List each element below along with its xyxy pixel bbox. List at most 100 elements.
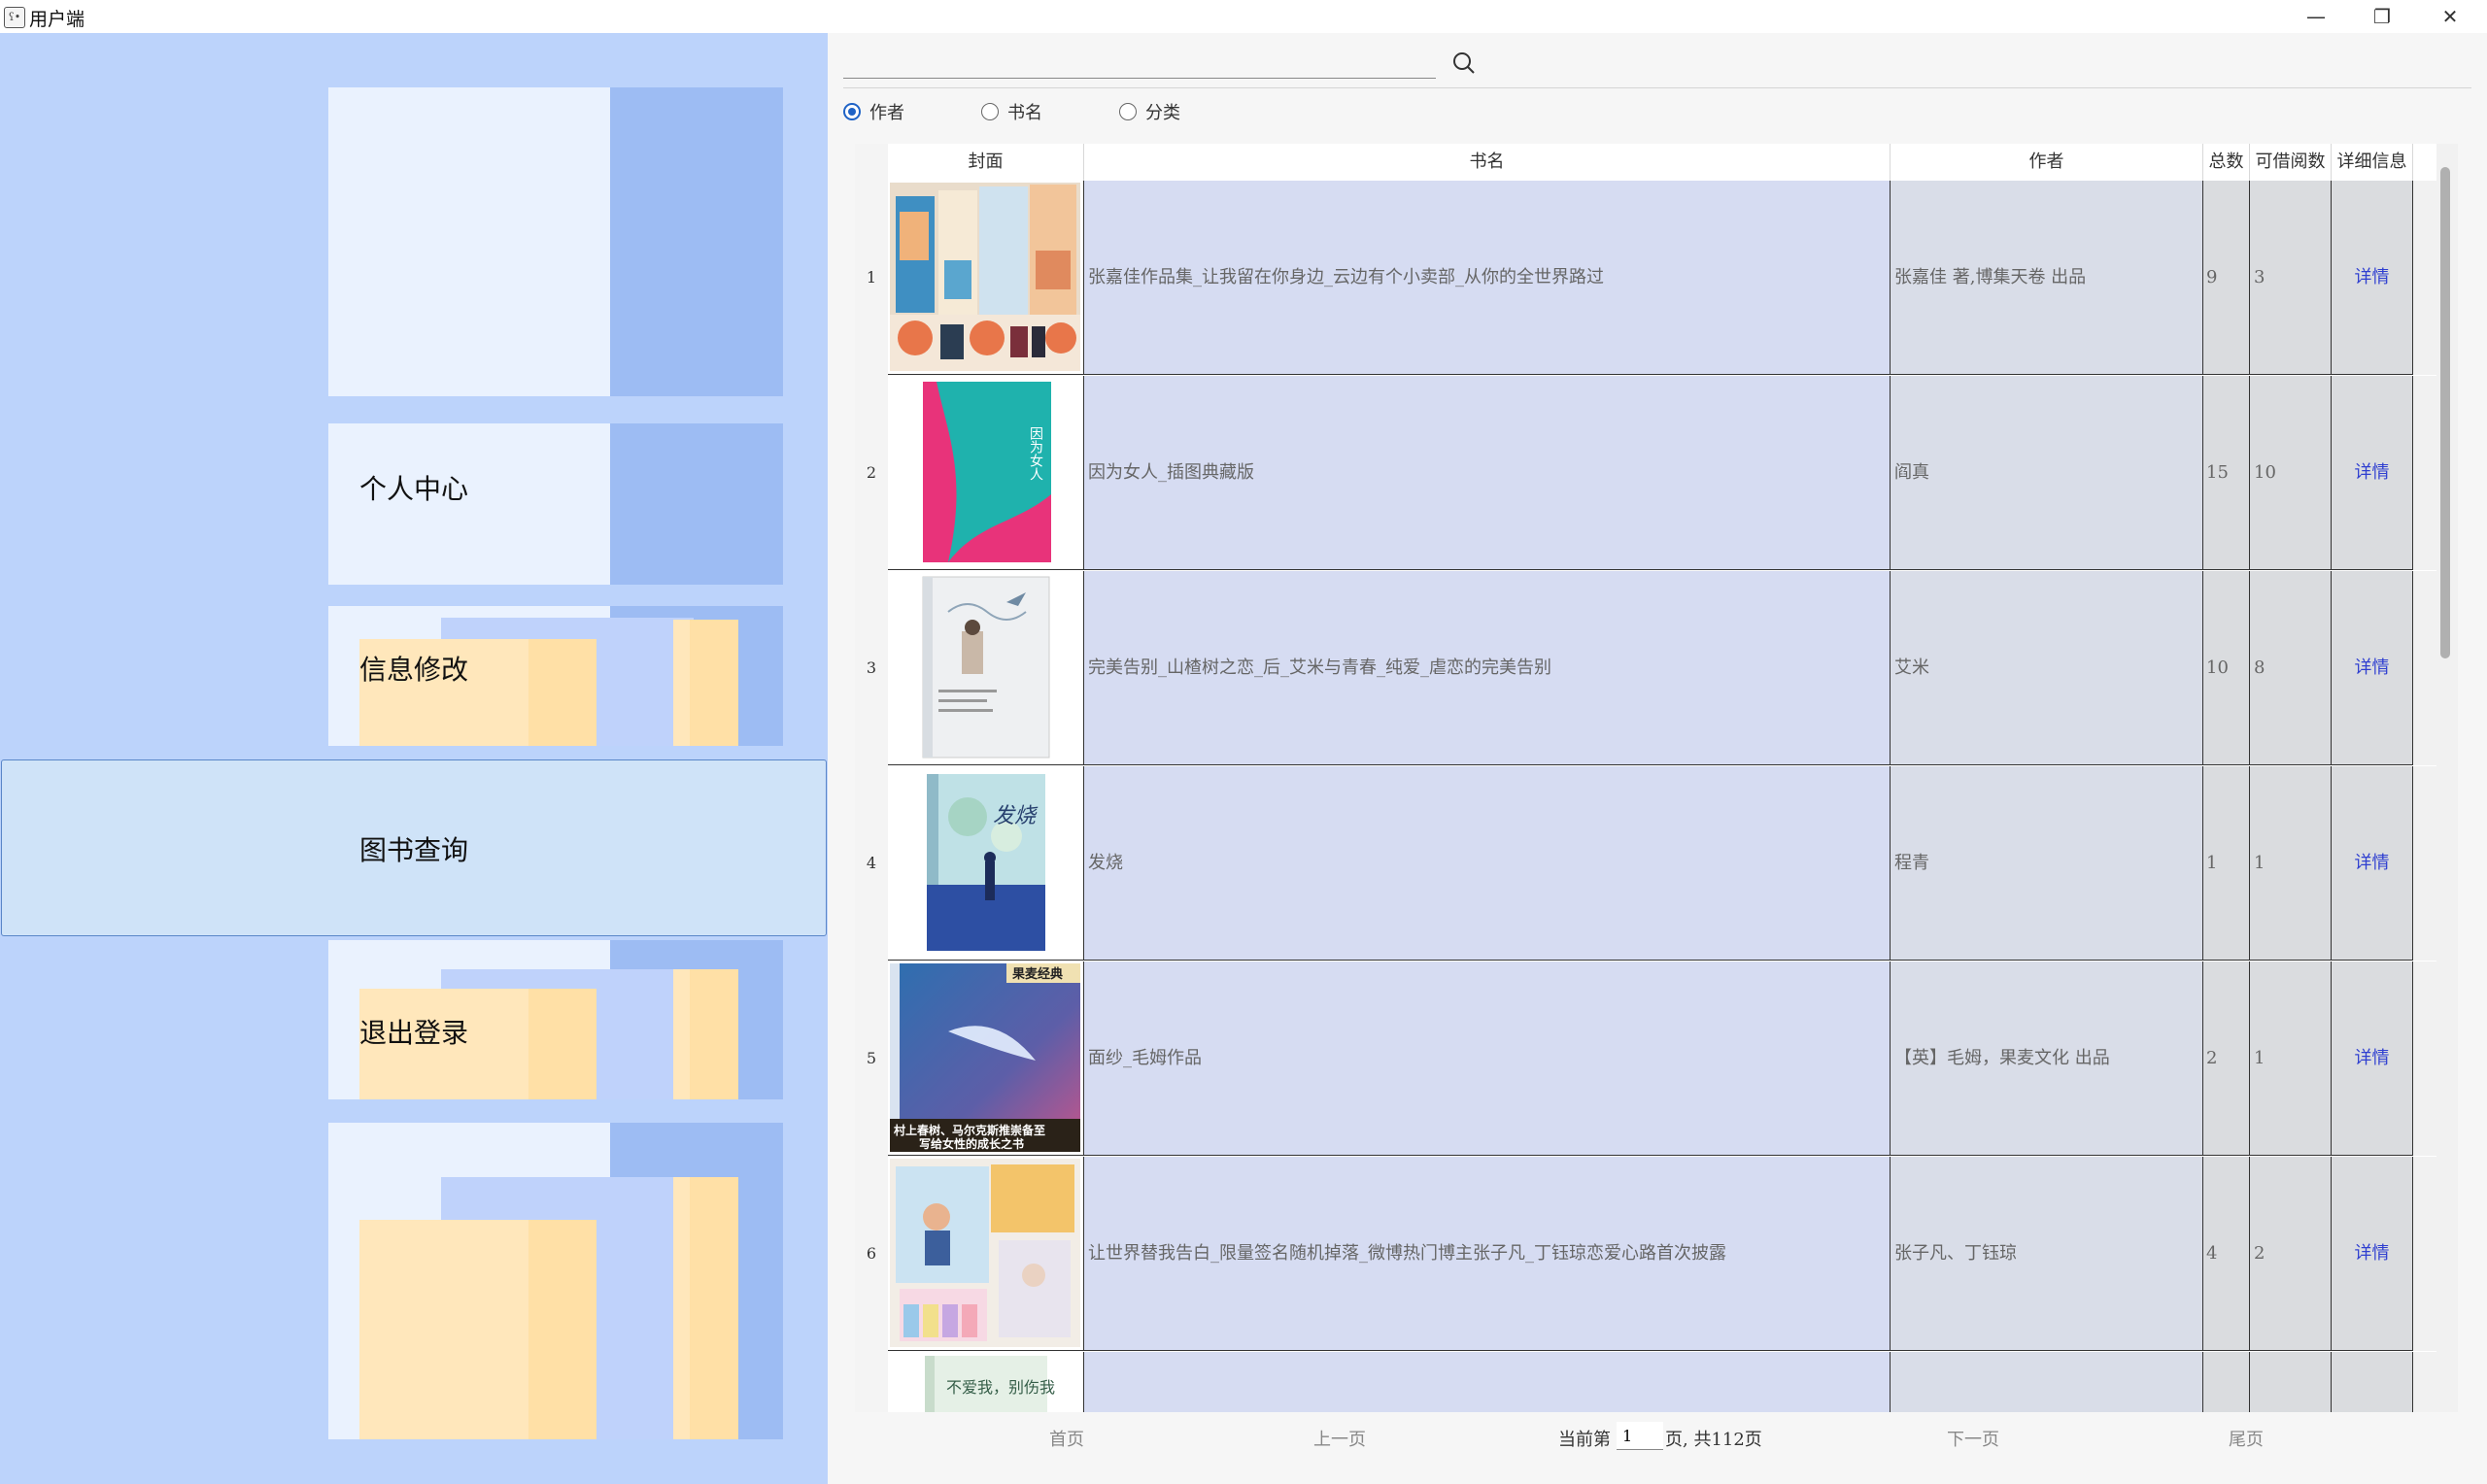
book-cover-image	[890, 183, 1080, 371]
app-icon: ʕ•	[4, 7, 25, 28]
radio-label: 书名	[1007, 103, 1042, 123]
sidebar-item-personal-center-label: 个人中心	[359, 473, 469, 505]
sidebar-decoration-top	[328, 87, 783, 396]
radio-search-by-author[interactable]: 作者	[843, 101, 904, 123]
sidebar-decoration-bottom	[328, 1123, 783, 1439]
book-cover-image: 不爱我，别伤我	[890, 1354, 1080, 1412]
total-pages-label: 页, 共112页	[1665, 1430, 1762, 1450]
book-total: 15	[2203, 376, 2250, 570]
book-cover: 发烧	[888, 766, 1084, 961]
close-button[interactable]: ✕	[2417, 0, 2483, 33]
row-number: 3	[866, 658, 877, 677]
table-row: 6 让世界替我告白_限量签名随机掉落_微博热门博主张子凡_丁钰琼恋爱心路首次披露…	[855, 1157, 2458, 1351]
radio-dot	[981, 103, 999, 120]
book-available: 10	[2250, 376, 2332, 570]
book-cover-image: 果麦经典 村上春树、马尔克斯推崇备至 写给女性的成长之书	[890, 963, 1080, 1152]
book-cover-image: 发烧	[890, 768, 1080, 957]
detail-link[interactable]: 详情	[2332, 376, 2413, 570]
table-scrollbar-thumb[interactable]	[2440, 167, 2450, 658]
last-page-button[interactable]: 尾页	[2229, 1426, 2264, 1451]
column-header-available[interactable]: 可借阅数	[2250, 144, 2332, 181]
book-author: 阎真	[1891, 376, 2203, 570]
search-input[interactable]	[843, 51, 1436, 79]
radio-dot	[843, 103, 861, 120]
book-author: 张子凡、丁钰琼	[1891, 1157, 2203, 1351]
current-page-label: 当前第	[1558, 1430, 1611, 1450]
search-divider	[843, 87, 2471, 88]
cover-title-text: 发烧	[993, 804, 1039, 828]
book-table: 封面 书名 作者 总数 可借阅数 详细信息 1 张嘉佳作品集_让我留在你身边_云…	[855, 144, 2458, 1412]
detail-link[interactable]: 详情	[2332, 1157, 2413, 1351]
table-row: 7 不爱我，别伤我	[855, 1352, 2458, 1412]
radio-search-by-title[interactable]: 书名	[981, 101, 1042, 123]
table-row: 3 完美告别_山楂树之恋_后_艾米与青春_纯爱_虐恋的完美告别 艾米 10 8 …	[855, 571, 2458, 765]
row-number: 6	[866, 1244, 877, 1263]
detail-link[interactable]: 详情	[2332, 181, 2413, 375]
detail-link[interactable]: 详情	[2332, 571, 2413, 765]
minimize-button[interactable]: —	[2283, 0, 2349, 33]
first-page-button[interactable]: 首页	[1049, 1426, 1084, 1451]
cover-banner-text: 写给女性的成长之书	[919, 1136, 1024, 1151]
book-total: 10	[2203, 571, 2250, 765]
sidebar-item-edit-info-label: 信息修改	[359, 654, 469, 686]
book-cover-image	[890, 1159, 1080, 1347]
book-available: 1	[2250, 766, 2332, 961]
book-title: 因为女人_插图典藏版	[1084, 376, 1891, 570]
book-available	[2250, 1352, 2332, 1412]
book-cover: 果麦经典 村上春树、马尔克斯推崇备至 写给女性的成长之书	[888, 961, 1084, 1156]
row-number: 5	[866, 1049, 877, 1067]
table-row: 1 张嘉佳作品集_让我留在你身边_云边有个小卖部_从你的全世界路过 张嘉佳 著,…	[855, 181, 2458, 375]
table-row: 4 发烧 发烧 程青 1 1 详情	[855, 766, 2458, 961]
title-bar: ʕ• 用户端 — ❐ ✕	[0, 0, 2487, 34]
window-title: 用户端	[29, 9, 85, 30]
book-title: 完美告别_山楂树之恋_后_艾米与青春_纯爱_虐恋的完美告别	[1084, 571, 1891, 765]
column-header-total[interactable]: 总数	[2203, 144, 2250, 181]
book-cover: 因为女人	[888, 376, 1084, 570]
book-author: 张嘉佳 著,博集天卷 出品	[1891, 181, 2203, 375]
book-author: 艾米	[1891, 571, 2203, 765]
detail-link[interactable]	[2332, 1352, 2413, 1412]
column-header-cover[interactable]: 封面	[888, 144, 1084, 181]
search-icon[interactable]	[1451, 51, 1477, 76]
row-number: 4	[866, 854, 877, 872]
book-available: 3	[2250, 181, 2332, 375]
detail-link[interactable]: 详情	[2332, 766, 2413, 961]
maximize-button[interactable]: ❐	[2349, 0, 2415, 33]
radio-label: 作者	[869, 103, 904, 123]
book-available: 2	[2250, 1157, 2332, 1351]
book-total	[2203, 1352, 2250, 1412]
book-cover	[888, 1157, 1084, 1351]
row-number: 2	[866, 463, 877, 482]
prev-page-button[interactable]: 上一页	[1313, 1426, 1366, 1451]
book-title	[1084, 1352, 1891, 1412]
radio-label: 分类	[1145, 103, 1180, 123]
radio-dot	[1119, 103, 1137, 120]
column-header-detail[interactable]: 详细信息	[2332, 144, 2413, 181]
book-title: 面纱_毛姆作品	[1084, 961, 1891, 1156]
cover-title-text: 不爱我，别伤我	[946, 1378, 1055, 1397]
table-row: 2 因为女人 因为女人_插图典藏版 阎真 15 10 详情	[855, 376, 2458, 570]
next-page-button[interactable]: 下一页	[1947, 1426, 1999, 1451]
book-title: 让世界替我告白_限量签名随机掉落_微博热门博主张子凡_丁钰琼恋爱心路首次披露	[1084, 1157, 1891, 1351]
radio-search-by-category[interactable]: 分类	[1119, 101, 1180, 123]
book-total: 2	[2203, 961, 2250, 1156]
page-number-input[interactable]	[1617, 1422, 1663, 1450]
book-cover-image	[890, 573, 1080, 761]
book-title: 张嘉佳作品集_让我留在你身边_云边有个小卖部_从你的全世界路过	[1084, 181, 1891, 375]
book-total: 1	[2203, 766, 2250, 961]
book-cover: 不爱我，别伤我	[888, 1352, 1084, 1412]
book-total: 9	[2203, 181, 2250, 375]
book-title: 发烧	[1084, 766, 1891, 961]
cover-banner-text: 村上春树、马尔克斯推崇备至	[894, 1123, 1045, 1137]
detail-link[interactable]: 详情	[2332, 961, 2413, 1156]
cover-title-text: 因为女人	[1028, 426, 1043, 481]
book-cover	[888, 571, 1084, 765]
column-header-title[interactable]: 书名	[1084, 144, 1891, 181]
book-author: 【英】毛姆，果麦文化 出品	[1891, 961, 2203, 1156]
book-available: 1	[2250, 961, 2332, 1156]
table-header: 封面 书名 作者 总数 可借阅数 详细信息	[888, 144, 2458, 181]
book-cover	[888, 181, 1084, 375]
book-author: 程青	[1891, 766, 2203, 961]
table-row: 5 果麦经典 村上春树、马尔克斯推崇备至 写给女性的成长之书 面纱_毛姆作品 【…	[855, 961, 2458, 1156]
column-header-author[interactable]: 作者	[1891, 144, 2203, 181]
